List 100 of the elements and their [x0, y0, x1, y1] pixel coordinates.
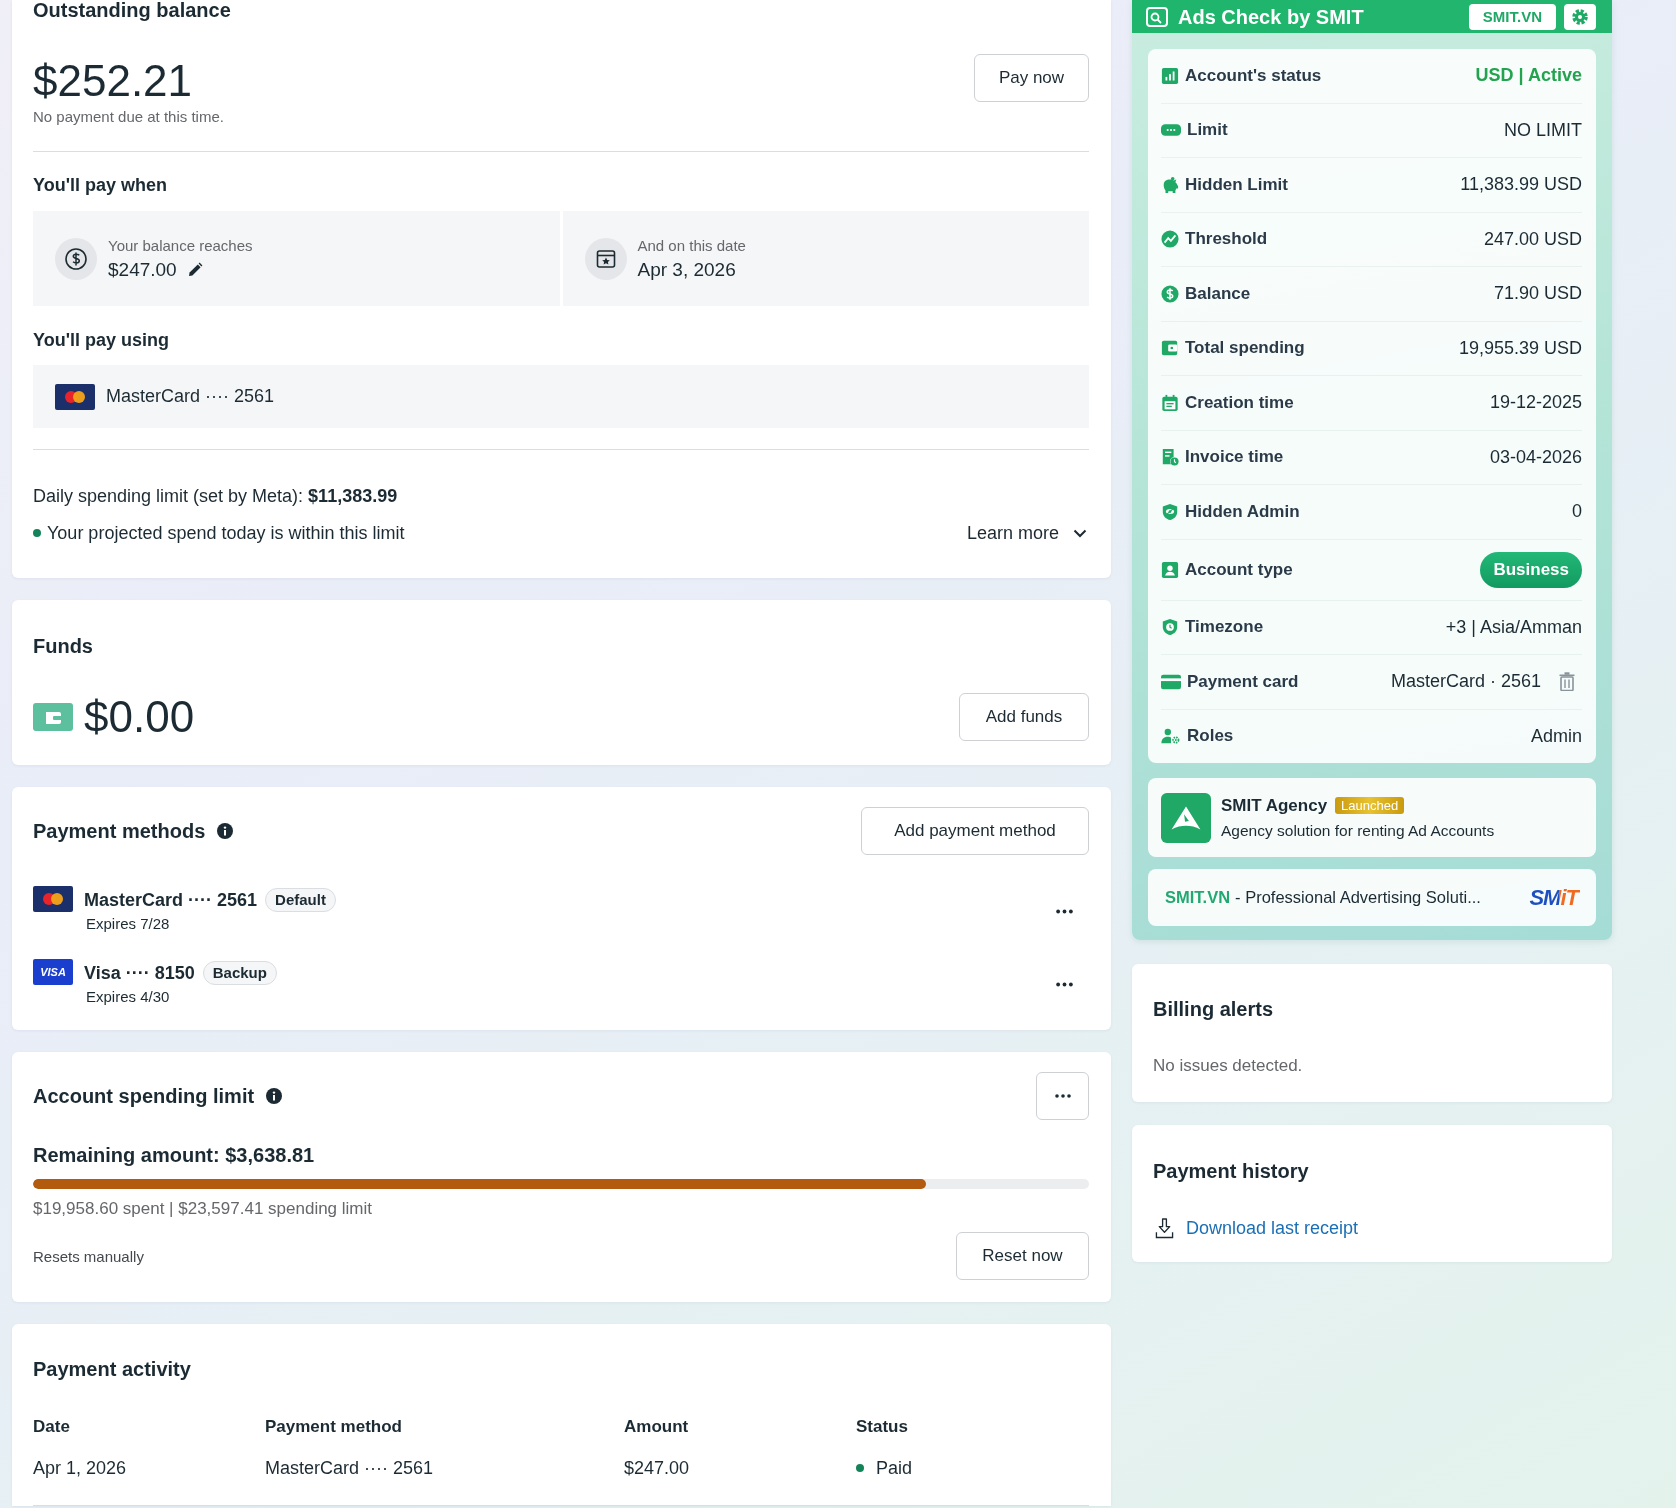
agency-name: SMIT Agency	[1221, 795, 1328, 816]
info-label: Hidden Admin	[1185, 501, 1300, 522]
card-role-badge: Backup	[202, 961, 277, 985]
info-value: MasterCard · 2561	[1390, 671, 1541, 693]
info-label: Timezone	[1185, 617, 1264, 638]
condition-value: $247.00	[108, 258, 177, 281]
balance-amount: $252.21	[33, 57, 194, 105]
invoice-clock-icon	[1161, 448, 1179, 467]
table-cell: Paid	[876, 1457, 913, 1479]
pay-now-button[interactable]: Pay now	[974, 54, 1089, 102]
info-value: NO LIMIT	[1504, 119, 1582, 141]
section-subtitle: You'll pay using	[33, 329, 170, 351]
card-name: MasterCard ···· 2561	[84, 889, 258, 911]
section-title: Billing alerts	[1153, 998, 1275, 1020]
section-title: Outstanding balance	[33, 0, 232, 21]
table-header-cell-text: Status	[856, 1416, 909, 1438]
more-icon	[1054, 1094, 1071, 1098]
info-value: Admin	[1530, 725, 1582, 747]
settings-icon	[1570, 6, 1590, 27]
trend-chart-icon	[1161, 230, 1179, 249]
table-cell-text: $247.00	[624, 1457, 691, 1479]
alerts-message: No issues detected.	[1153, 1056, 1304, 1076]
table-header-cell-text: Date	[33, 1416, 71, 1438]
balance-note: No payment due at this time.	[33, 108, 224, 126]
info-label: Account type	[1185, 559, 1293, 580]
info-value: 03-04-2026	[1489, 446, 1582, 468]
condition-label: And on this date	[637, 236, 746, 255]
info-label: Hidden Limit	[1185, 174, 1288, 195]
search-document-icon	[1146, 6, 1168, 27]
shield-clock-icon	[1161, 618, 1179, 637]
status-dot-icon	[33, 529, 41, 537]
info-value: 11,383.99 USD	[1460, 174, 1582, 196]
user-gear-icon	[1161, 728, 1181, 745]
section-title: Account spending limit	[33, 1085, 255, 1107]
info-label: Balance	[1185, 283, 1251, 304]
card-name: Visa ···· 8150	[84, 962, 195, 984]
info-label: Invoice time	[1185, 447, 1284, 468]
info-value: 0	[1572, 501, 1582, 523]
condition-value: Apr 3, 2026	[637, 258, 736, 281]
funds-amount: $0.00	[84, 693, 195, 741]
card-name: MasterCard ···· 2561	[106, 386, 275, 407]
info-label: Total spending	[1185, 338, 1305, 359]
more-icon[interactable]	[1056, 908, 1073, 914]
table-cell-text: MasterCard ···· 2561	[265, 1457, 435, 1479]
launched-badge: Launched	[1335, 797, 1405, 814]
info-label: Limit	[1187, 120, 1228, 141]
info-icon[interactable]	[217, 823, 234, 839]
info-label: Threshold	[1185, 229, 1268, 250]
wallet-icon	[1161, 339, 1179, 358]
mountain-logo-icon	[1161, 792, 1211, 843]
settings-button[interactable]	[1564, 3, 1596, 30]
agency-promo-card[interactable]: SMIT Agency Launched Agency solution for renting Ad Accounts	[1148, 778, 1596, 857]
dots-tag-icon	[1161, 122, 1181, 139]
wallet-icon	[33, 703, 73, 731]
reset-note: Resets manually	[33, 1247, 144, 1265]
site-banner[interactable]: SMIT.VN - Professional Advertising Soluti... SMiT	[1148, 869, 1596, 926]
pencil-icon[interactable]	[186, 261, 203, 278]
daily-limit-text: Daily spending limit (set by Meta): $11,383.99	[33, 485, 399, 507]
section-title: Payment activity	[33, 1358, 192, 1380]
table-header-cell-text: Amount	[624, 1416, 690, 1438]
trash-icon[interactable]	[1559, 672, 1575, 692]
site-name: SMIT.VN	[1165, 888, 1231, 907]
credit-card-icon	[1161, 673, 1181, 690]
account-type-badge: Business	[1480, 551, 1582, 588]
table-cell-text: Apr 1, 2026	[33, 1457, 128, 1479]
info-icon[interactable]	[266, 1088, 283, 1104]
status-value: USD | Active	[1475, 65, 1582, 87]
status-dot-icon	[856, 1464, 864, 1472]
more-icon[interactable]	[1056, 981, 1073, 987]
section-subtitle: You'll pay when	[33, 174, 168, 196]
add-payment-method-button[interactable]: Add payment method	[861, 807, 1089, 855]
info-label: Payment card	[1187, 671, 1299, 692]
info-value: 247.00 USD	[1483, 228, 1582, 250]
info-label: Roles	[1187, 726, 1234, 747]
info-value: 19,955.39 USD	[1458, 337, 1582, 359]
projection-text: Your projected spend today is within this limit	[47, 522, 405, 544]
user-card-icon	[1161, 560, 1179, 579]
learn-more-button[interactable]: Learn more	[966, 522, 1087, 544]
card-expiry: Expires 7/28	[86, 914, 171, 934]
agency-description: Agency solution for renting Ad Accounts	[1221, 821, 1495, 840]
condition-label: Your balance reaches	[108, 236, 253, 255]
download-receipt-link[interactable]: Download last receipt	[1186, 1217, 1359, 1239]
remaining-amount: Remaining amount: $3,638.81	[33, 1144, 316, 1166]
info-value: +3 | Asia/Amman	[1445, 616, 1582, 638]
dollar-circle-icon	[55, 237, 97, 280]
section-title: Payment methods	[33, 820, 206, 842]
mastercard-icon	[33, 886, 73, 912]
info-label: Account's status	[1185, 65, 1322, 86]
add-funds-button[interactable]: Add funds	[959, 693, 1089, 741]
info-value: 19-12-2025	[1489, 392, 1582, 414]
shield-icon	[1161, 502, 1179, 521]
spending-summary: $19,958.60 spent | $23,597.41 spending limit	[33, 1199, 373, 1219]
piggy-bank-icon	[1161, 175, 1179, 194]
calendar-icon	[1161, 393, 1179, 412]
card-role-badge: Default	[265, 888, 336, 912]
chevron-down-icon	[1073, 528, 1087, 538]
card-expiry: Expires 4/30	[86, 987, 171, 1007]
download-icon[interactable]	[1155, 1217, 1174, 1239]
section-title: Funds	[33, 635, 94, 657]
reset-now-button[interactable]: Reset now	[956, 1232, 1089, 1280]
